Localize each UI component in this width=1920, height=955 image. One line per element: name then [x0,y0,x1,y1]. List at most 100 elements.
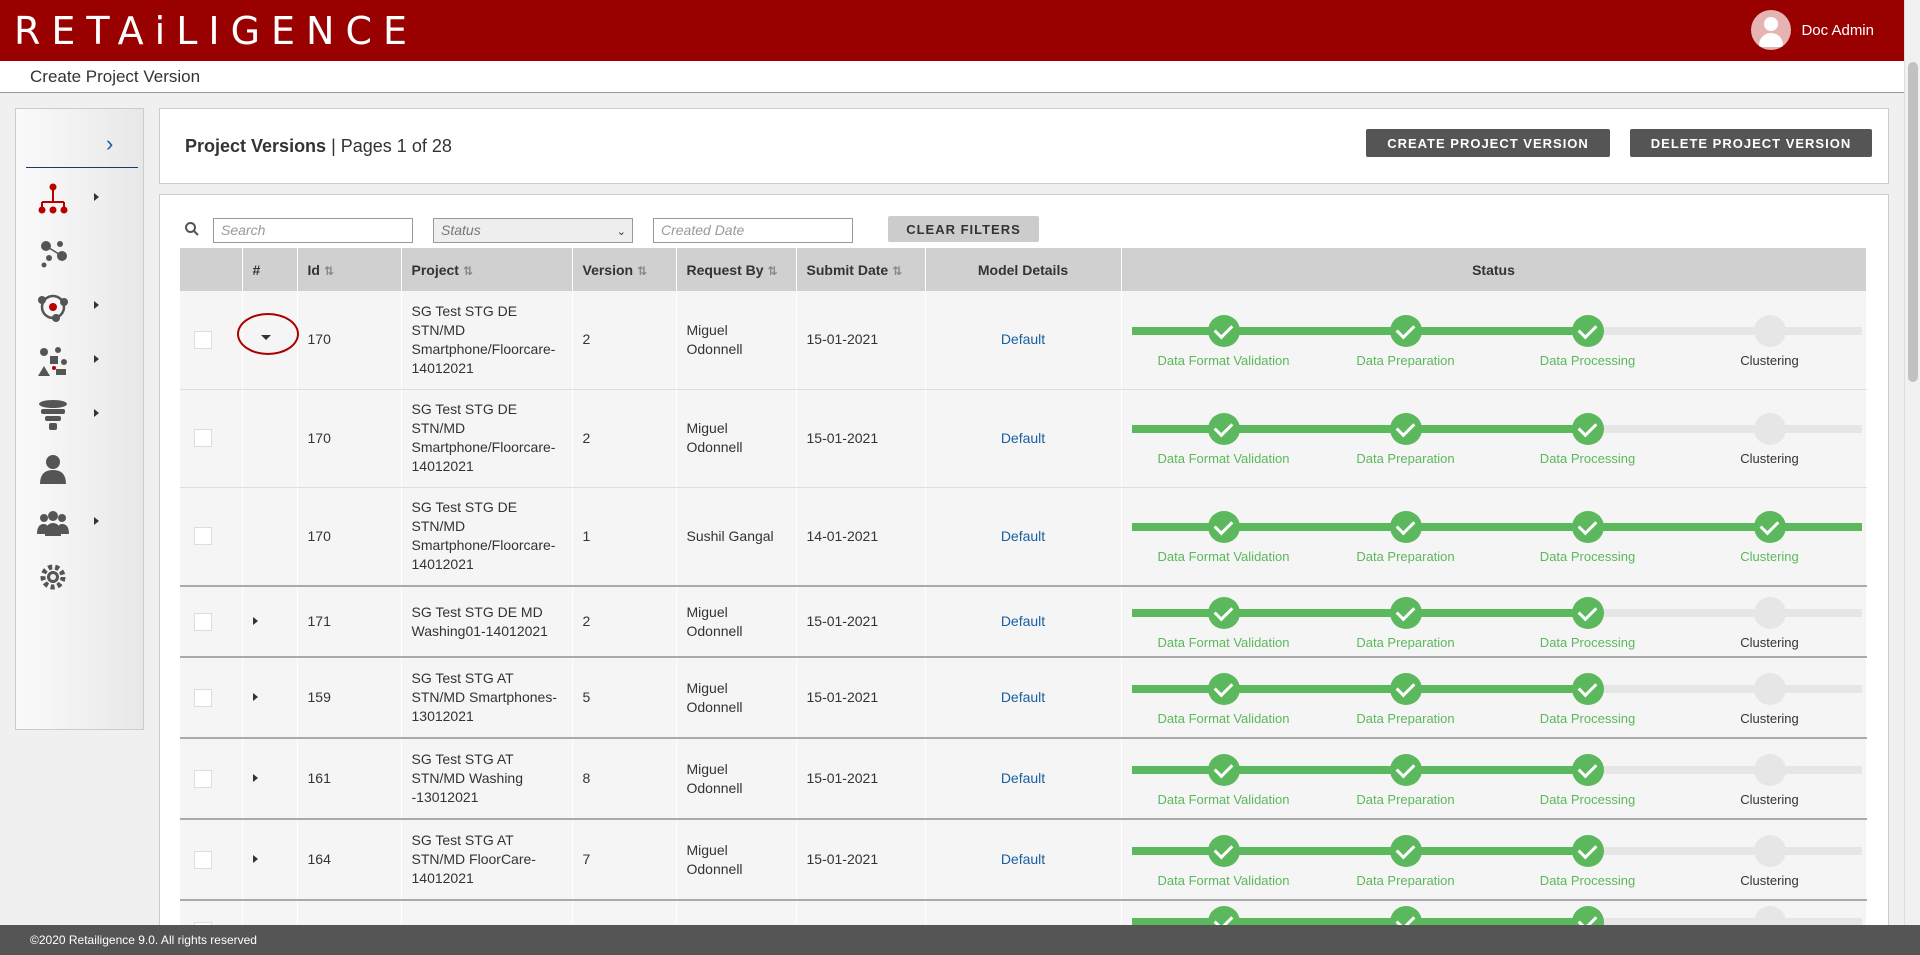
model-details-link[interactable]: Default [936,429,1111,448]
expander-cell [242,738,298,820]
table-header-row: # Id ⇅ Project ⇅ Version ⇅ Request By ⇅ Subm… [180,248,1867,291]
clear-filters-button[interactable]: CLEAR FILTERS [888,216,1039,242]
check-circle-icon [1389,834,1422,867]
row-checkbox[interactable] [194,330,212,349]
header-id[interactable]: Id ⇅ [297,248,402,291]
sort-icon[interactable]: ⇅ [768,264,778,278]
version-cell: 5 [572,657,677,739]
version-cell: 1 [572,487,677,587]
table-row[interactable]: 170 SG Test STG DE STN/MD Smartphone/Floo… [180,487,1867,587]
step-label: Data Processing [1539,634,1636,650]
created-date-input[interactable]: Created Date [653,218,853,243]
status-stepper: Data Format Validation Data Preparation Da… [1131,310,1862,370]
table-row[interactable]: 161 SG Test STG AT STN/MD Washing -130120… [180,738,1867,820]
model-details-cell: Default [925,291,1122,390]
table-row[interactable]: 170 SG Test STG DE STN/MD Smartphone/Floo… [180,389,1867,488]
table-row[interactable]: 159 SG Test STG AT STN/MD Smartphones-130… [180,657,1867,739]
expand-row-toggle[interactable] [243,854,259,871]
status-cell: Data Format Validation Data Preparation Da… [1121,819,1867,901]
app-logo[interactable]: RETAiLIGENCE [14,10,418,52]
caret-right-icon [252,854,258,863]
id-cell: 164 [297,819,402,901]
check-circle-icon [1389,753,1422,786]
check-circle-icon [1207,413,1240,445]
user-menu[interactable]: Doc Admin [1751,10,1874,50]
status-cell: Data Format Validation Data Preparation Da… [1121,291,1867,390]
progress-fill [1131,608,1588,617]
table-row[interactable]: 171 SG Test STG DE MD Washing01-14012021 2… [180,586,1867,658]
status-cell: Data Format Validation Data Preparation Da… [1121,586,1867,658]
header-status: Status [1121,248,1867,291]
scrollbar-thumb[interactable] [1908,62,1918,382]
search-input[interactable]: Search [213,218,413,243]
sort-icon[interactable]: ⇅ [637,264,647,278]
sidebar-item-shapes[interactable] [36,343,99,379]
status-cell: Data Format Validation Data Preparation Da… [1121,738,1867,820]
step-label: Data Preparation [1356,710,1455,726]
check-circle-icon [1571,314,1604,347]
row-checkbox[interactable] [194,429,212,447]
header-submit-date[interactable]: Submit Date ⇅ [796,248,926,291]
sidebar-item-settings[interactable] [36,559,96,595]
submenu-caret-icon [94,409,99,417]
create-project-version-button[interactable]: CREATE PROJECT VERSION [1366,129,1610,157]
submenu-caret-icon [94,193,99,201]
sidebar-item-funnel[interactable] [36,397,99,433]
expand-row-toggle[interactable] [243,773,259,790]
model-details-link[interactable]: Default [936,527,1111,546]
step-label: Data Format Validation [1157,872,1290,888]
check-circle-icon [1389,596,1422,629]
id-cell: 171 [297,586,402,658]
check-circle-icon [1571,596,1604,629]
model-details-cell: Default [925,586,1122,658]
model-details-link[interactable]: Default [936,769,1111,788]
sidebar-item-cluster[interactable] [36,289,99,325]
select-cell [180,586,243,658]
row-checkbox[interactable] [194,527,212,546]
model-details-link[interactable]: Default [936,850,1111,869]
search-icon[interactable] [185,222,199,236]
pending-circle-icon [1753,596,1786,629]
table-row[interactable]: 164 SG Test STG AT STN/MD FloorCare-14012… [180,819,1867,901]
expand-row-toggle[interactable] [243,616,259,633]
submit-date-cell: 15-01-2021 [796,389,926,488]
collapse-row-toggle[interactable] [236,312,299,355]
step-label: Data Processing [1539,872,1636,888]
status-select[interactable]: Status ⌄ [433,218,633,243]
page-count: | Pages 1 of 28 [331,136,452,156]
sidebar-item-hierarchy[interactable] [36,181,99,217]
sort-icon[interactable]: ⇅ [324,264,334,278]
sidebar-expand-icon[interactable]: › [106,131,113,157]
table-row[interactable]: 170 SG Test STG DE STN/MD Smartphone/Floo… [180,291,1867,390]
header-project[interactable]: Project ⇅ [401,248,573,291]
sidebar-item-scatter[interactable] [36,235,96,271]
row-checkbox[interactable] [194,612,212,631]
check-circle-icon [1207,834,1240,867]
header-request-by[interactable]: Request By ⇅ [676,248,797,291]
model-details-link[interactable]: Default [936,612,1111,631]
row-checkbox[interactable] [194,688,212,707]
row-checkbox[interactable] [194,850,212,869]
avatar-icon[interactable] [1751,10,1792,50]
check-circle-icon [1207,672,1240,705]
top-bar: RETAiLIGENCE Doc Admin [0,0,1920,61]
shapes-icon [38,347,67,376]
sort-icon[interactable]: ⇅ [463,264,473,278]
sidebar-item-group[interactable] [36,505,99,541]
submit-date-cell: 15-01-2021 [796,657,926,739]
user-name[interactable]: Doc Admin [1801,22,1874,39]
step-label: Data Preparation [1356,549,1455,565]
header-version[interactable]: Version ⇅ [572,248,677,291]
delete-project-version-button[interactable]: DELETE PROJECT VERSION [1630,129,1872,157]
sort-icon[interactable]: ⇅ [892,264,902,278]
header-id-label: Id [307,261,320,278]
expander-cell [242,819,298,901]
model-details-link[interactable]: Default [936,688,1111,707]
expander-cell [242,657,298,739]
model-details-link[interactable]: Default [936,330,1111,349]
page-scrollbar[interactable] [1904,0,1920,925]
select-cell [180,657,243,739]
row-checkbox[interactable] [194,769,212,788]
expand-row-toggle[interactable] [243,692,259,709]
sidebar-item-user[interactable] [36,451,96,487]
